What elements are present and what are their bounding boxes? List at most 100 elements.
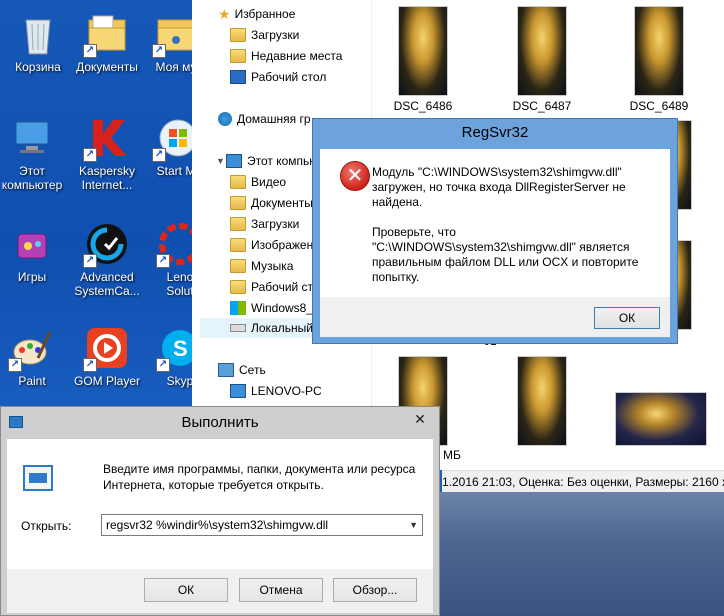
dialog-body: ✕ Модуль "C:\WINDOWS\system32\shimgvw.dl… [320,149,670,297]
ok-button[interactable]: ОК [594,307,660,329]
nav-label: Windows8_( [251,301,318,315]
nav-downloads[interactable]: Загрузки [230,25,299,45]
nav-network[interactable]: Сеть [218,360,266,380]
nav-label: Локальный [251,321,313,335]
desktop-icon-label: Документы [76,60,138,74]
browse-button[interactable]: Обзор... [333,578,417,602]
nav-label: Избранное [234,7,296,21]
nav-images[interactable]: Изображен [230,235,313,255]
nav-label: Документы [251,196,313,210]
photo-thumbnail[interactable] [615,392,707,446]
run-icon [23,465,53,491]
network-icon [218,363,234,377]
desktop-icon-this-pc[interactable]: Этот компьютер [0,110,70,192]
photo-thumbnail[interactable] [634,6,684,96]
desktop-icon-label: Kaspersky Internet... [78,164,136,192]
desktop-icon [230,70,246,84]
desktop-folder-icon [230,280,246,294]
music-folder-icon [230,259,246,273]
desktop-icon-label: Корзина [15,60,61,74]
desktop-icon-label: Start M [156,164,196,178]
run-description: Введите имя программы, папки, документа … [103,462,416,492]
desktop-icon-label: Skyp [166,374,194,388]
cancel-button[interactable]: Отмена [239,578,323,602]
desktop-icon-advanced-systemcare[interactable]: ↗ Advanced SystemCa... [69,216,145,298]
run-dialog: Выполнить ✕ Введите имя программы, папки… [0,406,440,616]
dialog-footer: ОК [320,297,670,337]
run-title: Выполнить [181,414,259,431]
desktop-icon-recycle-bin[interactable]: Корзина [0,6,76,86]
homegroup-icon [218,112,232,126]
nav-label: LENOVO-PC [251,384,322,398]
computer-icon [230,384,246,398]
nav-desktop[interactable]: Рабочий стол [230,67,326,87]
nav-label: Музыка [251,259,294,273]
dialog-title: RegSvr32 [461,124,529,141]
thumbnail-label: DSC_6486 [393,99,453,113]
nav-downloads-pc[interactable]: Загрузки [230,214,299,234]
expand-arrow-icon[interactable]: ▼ [216,156,226,166]
documents-folder-icon [230,196,246,210]
nav-label: Видео [251,175,287,189]
nav-label: Рабочий стол [251,70,327,84]
error-icon: ✕ [340,161,370,191]
desktop-icon-label: Paint [18,374,46,388]
wallpaper-area [430,492,724,616]
svg-text:S: S [173,336,188,361]
nav-label: Домашняя гр [237,112,311,126]
ok-button[interactable]: ОК [144,578,228,602]
thumbnail-label: DSC_6487 [512,99,572,113]
close-icon[interactable]: ✕ [407,409,433,429]
this-pc-icon [8,114,56,162]
nav-homegroup[interactable]: Домашняя гр [218,109,311,129]
open-label: Открыть: [21,519,72,533]
desktop-icon-kaspersky[interactable]: ↗ Kaspersky Internet... [69,110,145,192]
nav-label: Загрузки [251,28,300,42]
downloads-folder-icon [230,217,246,231]
run-body: Введите имя программы, папки, документа … [7,439,433,569]
nav-windows8-drive[interactable]: Windows8_( [230,298,317,318]
details-bar: 1.2016 21:03, Оценка: Без оценки, Размер… [442,470,724,492]
advanced-systemcare-icon: ↗ [83,220,131,268]
desktop-icon-paint[interactable]: ↗ Paint [0,320,70,400]
documents-folder-icon: ↗ [83,10,131,58]
nav-documents[interactable]: Документы [230,193,313,213]
desktop-icon-games[interactable]: Игры [0,216,70,296]
nav-lenovo-pc[interactable]: LENOVO-PC [230,381,322,401]
dialog-message: Модуль "C:\WINDOWS\system32\shimgvw.dll"… [372,165,662,300]
recycle-bin-icon [14,10,62,58]
kaspersky-icon: ↗ [83,114,131,162]
nav-favorites[interactable]: ★ Избранное [218,4,295,24]
video-folder-icon [230,175,246,189]
hint-message: Проверьте, что "C:\WINDOWS\system32\shim… [372,225,639,284]
run-titlebar: Выполнить ✕ [1,407,439,439]
nav-label: Недавние места [251,49,343,63]
photo-thumbnail[interactable] [517,6,567,96]
photo-thumbnail[interactable] [398,6,448,96]
nav-recent-places[interactable]: Недавние места [230,46,342,66]
command-text: regsvr32 %windir%\system32\shimgvw.dll [106,518,329,532]
games-icon [8,220,56,268]
desktop-icon-documents[interactable]: ↗ Документы [69,6,145,86]
chevron-down-icon[interactable]: ▼ [409,515,418,535]
run-footer: ОК Отмена Обзор... [7,569,433,613]
desktop-icon-gom-player[interactable]: ↗ GOM Player [69,320,145,400]
desktop-icon-label: Advanced SystemCa... [74,270,140,298]
desktop-icon-label: Моя му [155,60,197,74]
drive-icon [230,324,246,332]
nav-video[interactable]: Видео [230,172,286,192]
nav-label: Загрузки [251,217,300,231]
command-input[interactable]: regsvr32 %windir%\system32\shimgvw.dll ▼ [101,514,423,536]
photo-thumbnail[interactable] [517,356,567,446]
nav-music[interactable]: Музыка [230,256,293,276]
nav-desktop-pc[interactable]: Рабочий ст [230,277,313,297]
gom-player-icon: ↗ [83,324,131,372]
thumbnail-label: DSC_6489 [629,99,689,113]
regsvr32-dialog: RegSvr32 ✕ Модуль "C:\WINDOWS\system32\s… [312,118,678,344]
images-folder-icon [230,238,246,252]
nav-label: Сеть [239,363,266,377]
nav-label: Изображен [251,238,314,252]
desktop-icon-label: GOM Player [73,374,140,388]
nav-this-pc[interactable]: ▼ Этот компью [216,151,318,171]
nav-label: Этот компью [247,154,319,168]
